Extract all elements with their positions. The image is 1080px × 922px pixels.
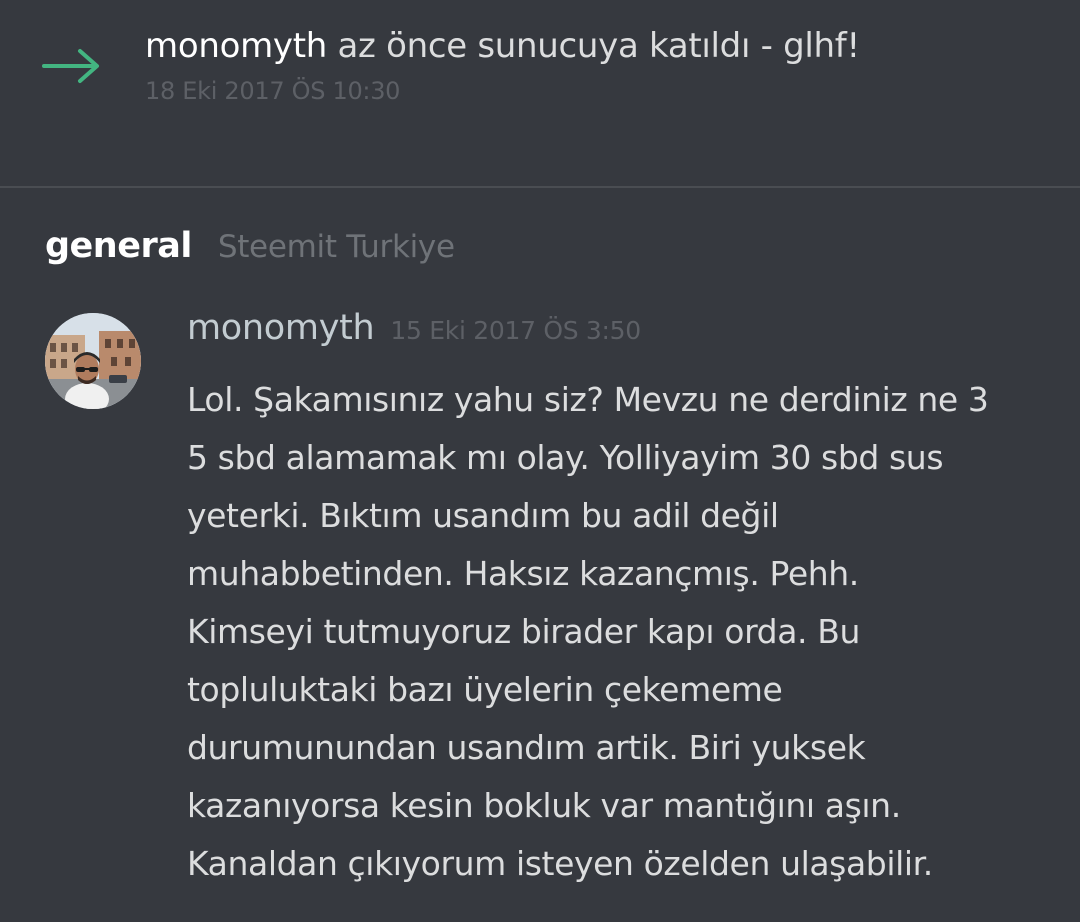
message-line: yeterki. Bıktım usandım bu adil değil <box>187 496 779 535</box>
avatar[interactable] <box>45 313 141 409</box>
message-line: 5 sbd alamamak mı olay. Yolliyayim 30 sb… <box>187 438 944 477</box>
divider <box>0 186 1080 188</box>
system-join-message: monomyth az önce sunucuya katıldı - glhf… <box>0 0 1080 186</box>
message-line: durumunundan usandım artik. Biri yuksek <box>187 728 866 767</box>
message-line: muhabbetinden. Haksız kazançmış. Pehh. <box>187 554 859 593</box>
join-text: monomyth az önce sunucuya katıldı - glhf… <box>145 26 860 66</box>
join-arrow-icon <box>42 49 99 83</box>
message-author[interactable]: monomyth <box>187 308 375 348</box>
message-line: topluluktaki bazı üyelerin çekememe <box>187 670 783 709</box>
join-username[interactable]: monomyth <box>145 26 327 66</box>
message-line: kazanıyorsa kesin bokluk var mantığını a… <box>187 786 901 825</box>
message-content: Lol. Şakamısınız yahu siz? Mevzu ne derd… <box>187 371 1057 893</box>
server-name: Steemit Turkiye <box>217 229 455 265</box>
message-header: monomyth 15 Eki 2017 ÖS 3:50 <box>187 308 641 348</box>
message-line: Kanaldan çıkıyorum isteyen özelden ulaşa… <box>187 844 933 883</box>
join-timestamp: 18 Eki 2017 ÖS 10:30 <box>145 77 401 105</box>
avatar-image <box>45 313 141 409</box>
channel-header: general Steemit Turkiye <box>45 226 455 270</box>
join-description: az önce sunucuya katıldı - glhf! <box>327 26 861 66</box>
message-line: Lol. Şakamısınız yahu siz? Mevzu ne derd… <box>187 380 989 419</box>
message-timestamp: 15 Eki 2017 ÖS 3:50 <box>390 316 641 345</box>
message-line: Kimseyi tutmuyoruz birader kapı orda. Bu <box>187 612 860 651</box>
channel-name[interactable]: general <box>45 226 192 266</box>
